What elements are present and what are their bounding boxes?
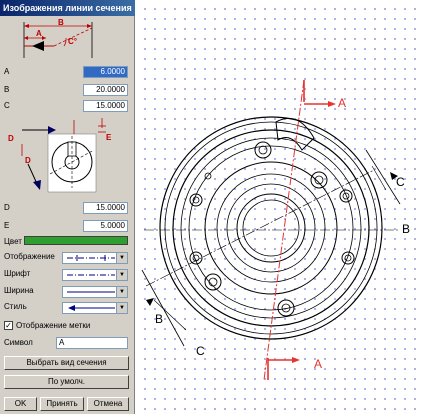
font-combo[interactable]: ▼: [62, 269, 128, 281]
show-mark-checkbox[interactable]: ✓: [4, 321, 13, 330]
font-label: Шрифт: [4, 269, 31, 278]
section-label-a-bottom: A: [314, 357, 323, 371]
color-swatch[interactable]: [24, 236, 128, 245]
color-label: Цвет: [4, 237, 22, 246]
font-preview: [67, 274, 115, 276]
param-a-label: A: [4, 67, 10, 76]
param-c-label: C: [4, 101, 10, 110]
width-dropdown-icon[interactable]: ▼: [116, 287, 127, 297]
width-combo[interactable]: ▼: [62, 286, 128, 298]
select-section-view-button[interactable]: Выбрать вид сечения: [4, 356, 129, 370]
section-label-b-right: B: [402, 222, 411, 236]
default-button[interactable]: По умолч.: [4, 375, 129, 389]
symbol-input[interactable]: A: [56, 337, 128, 349]
ok-button[interactable]: OK: [4, 397, 37, 411]
cancel-button[interactable]: Отмена: [87, 397, 129, 411]
show-mark-label: Отображение метки: [16, 321, 91, 330]
style-dropdown-icon[interactable]: ▼: [116, 303, 127, 313]
param-a-field[interactable]: 6.0000: [83, 66, 128, 78]
style-combo[interactable]: ▼: [62, 302, 128, 314]
font-dropdown-icon[interactable]: ▼: [116, 270, 127, 280]
display-combo[interactable]: ▼: [62, 252, 128, 264]
param-d-label: D: [4, 203, 10, 212]
width-label: Ширина: [4, 286, 34, 295]
diagram1-a-label: A: [36, 29, 42, 38]
section-line-dialog: Изображения линии сечения B A C° A 6.000…: [0, 0, 135, 414]
display-label: Отображение: [4, 252, 55, 261]
dialog-title: Изображения линии сечения: [0, 0, 135, 16]
apply-button[interactable]: Принять: [40, 397, 84, 411]
style-label: Стиль: [4, 302, 27, 311]
display-dropdown-icon[interactable]: ▼: [116, 253, 127, 263]
section-label-b-left: B: [155, 312, 164, 326]
param-c-field[interactable]: 15.0000: [83, 100, 128, 112]
param-b-label: B: [4, 85, 10, 94]
param-d-field[interactable]: 15.0000: [83, 202, 128, 214]
param-e-label: E: [4, 221, 10, 230]
diagram2-d-side-label: D: [25, 156, 31, 165]
param-b-field[interactable]: 20.0000: [83, 84, 128, 96]
offset-diagram: [21, 118, 106, 193]
symbol-label: Символ: [4, 338, 33, 347]
flange-drawing: [141, 79, 401, 381]
diagram2-d-top-label: D: [8, 134, 14, 143]
diagram1-b-label: B: [58, 18, 64, 27]
section-label-c-right: C: [396, 175, 405, 189]
width-preview: [67, 291, 115, 293]
section-label-c-left: C: [196, 344, 205, 358]
param-e-field[interactable]: 5.0000: [83, 220, 128, 232]
diagram1-c-label: C°: [68, 37, 77, 46]
style-preview: [68, 305, 115, 311]
display-preview: [67, 255, 115, 261]
section-label-a-top: A: [338, 96, 347, 110]
diagram2-e-label: E: [106, 133, 112, 142]
